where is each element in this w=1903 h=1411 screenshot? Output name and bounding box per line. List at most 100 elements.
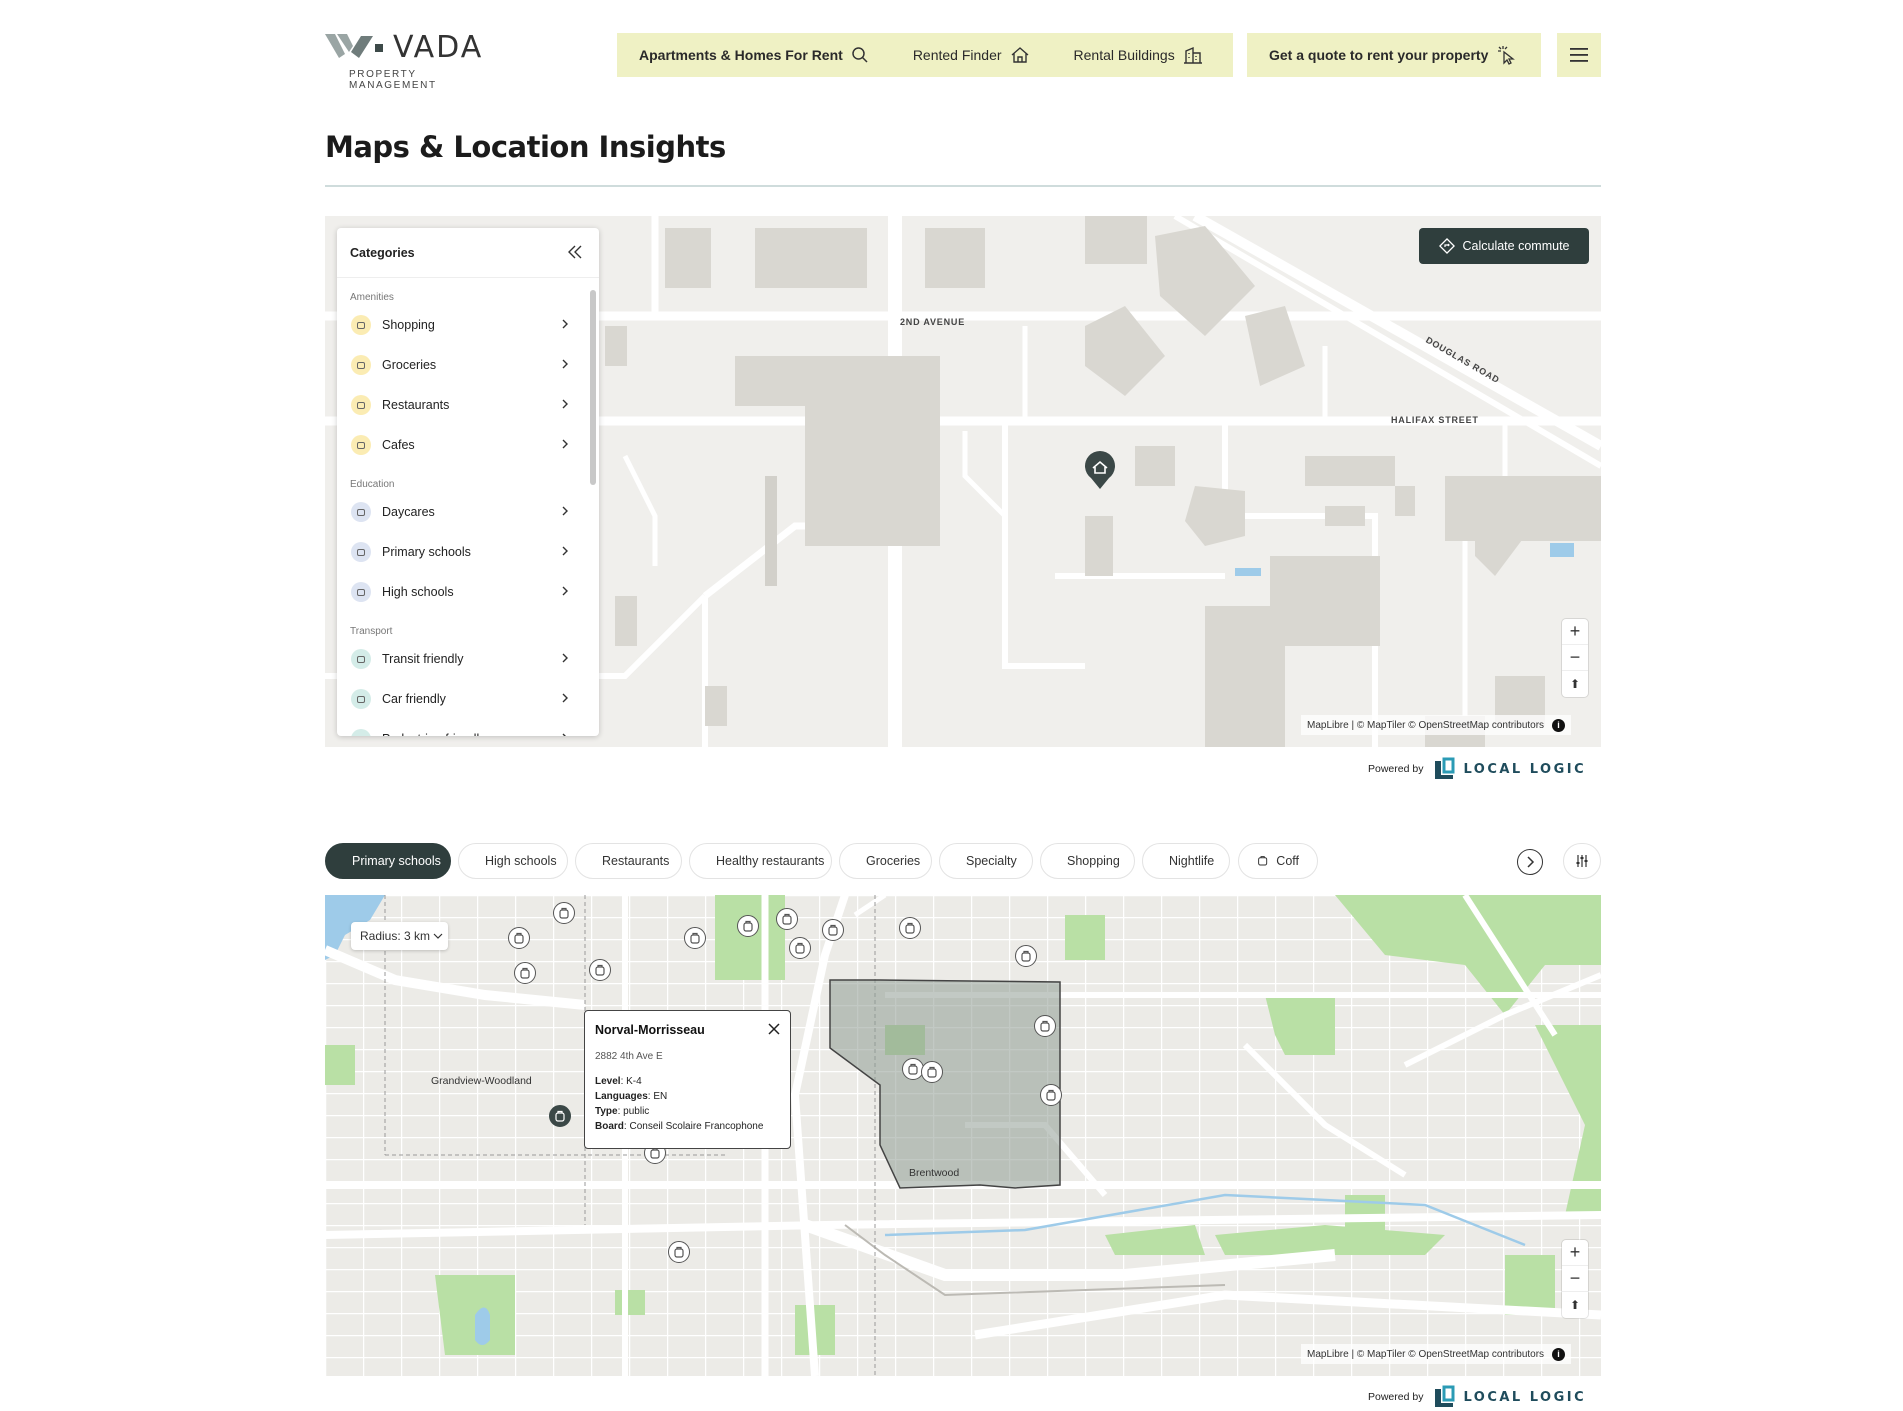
search-icon — [852, 47, 868, 63]
chip-coff[interactable]: Coff — [1238, 843, 1318, 879]
school-marker[interactable] — [508, 927, 530, 949]
category-item[interactable]: Car friendly — [337, 679, 599, 719]
home-icon — [1011, 47, 1028, 63]
school-marker[interactable] — [822, 919, 844, 941]
backpack-icon — [908, 1063, 918, 1075]
school-marker[interactable] — [899, 917, 921, 939]
get-quote-button[interactable]: Get a quote to rent your property — [1247, 33, 1541, 77]
school-marker[interactable] — [553, 902, 575, 924]
school-marker[interactable] — [921, 1061, 943, 1083]
chip-primary-schools[interactable]: Primary schools — [325, 843, 451, 879]
info-icon[interactable]: i — [1552, 1347, 1566, 1361]
chip-label: Shopping — [1067, 854, 1120, 868]
chip-nightlife[interactable]: Nightlife — [1142, 843, 1230, 879]
category-item[interactable]: Daycares — [337, 492, 599, 532]
school-marker[interactable] — [514, 962, 536, 984]
chevron-right-icon — [562, 399, 568, 409]
chip-label: Healthy restaurants — [716, 854, 825, 868]
categories-panel: Categories Amenities Shopping Groceries … — [337, 228, 599, 736]
shopping-bag-icon — [351, 315, 371, 335]
school-marker[interactable] — [1040, 1084, 1062, 1106]
neighbourhood-map[interactable]: 2ND AVENUE DOUGLAS ROAD HALIFAX STREET C… — [325, 216, 1601, 747]
languages-key: Languages — [595, 1091, 648, 1102]
zoom-in-button[interactable]: + — [1562, 619, 1588, 645]
selected-school-marker[interactable] — [549, 1105, 571, 1127]
school-marker[interactable] — [737, 915, 759, 937]
category-item[interactable]: Pedestrian friendly — [337, 719, 599, 736]
walking-icon — [351, 729, 371, 736]
close-icon[interactable] — [768, 1023, 780, 1035]
languages-value: EN — [653, 1091, 668, 1102]
chip-healthy-restaurants[interactable]: Healthy restaurants — [689, 843, 832, 879]
category-item[interactable]: Transit friendly — [337, 639, 599, 679]
directions-icon — [1438, 238, 1455, 254]
place-label: Brentwood — [909, 1167, 960, 1179]
powered-by-local-logic[interactable]: Powered by LOCAL LOGIC — [1368, 757, 1586, 781]
schools-map[interactable]: Grandview-Woodland Brentwood Radius: 3 k… — [325, 895, 1601, 1376]
category-item[interactable]: Primary schools — [337, 532, 599, 572]
chevron-right-icon — [562, 586, 568, 596]
chip-shopping[interactable]: Shopping — [1040, 843, 1135, 879]
property-marker[interactable] — [1083, 450, 1117, 495]
chip-restaurants[interactable]: Restaurants — [575, 843, 682, 879]
compass-button[interactable]: ⬆ — [1562, 1292, 1588, 1318]
info-icon[interactable]: i — [1552, 718, 1566, 732]
chip-label: Specialty — [966, 854, 1017, 868]
powered-by-local-logic[interactable]: Powered by LOCAL LOGIC — [1368, 1385, 1586, 1409]
cursor-click-icon — [1498, 46, 1516, 65]
nav-rental-buildings[interactable]: Rental Buildings — [1052, 33, 1225, 77]
building-icon — [1183, 46, 1202, 64]
backpack-icon — [555, 1110, 565, 1122]
vada-logo[interactable]: VADA PROPERTY MANAGEMENT — [325, 30, 505, 91]
calculate-commute-button[interactable]: Calculate commute — [1419, 228, 1589, 264]
category-item[interactable]: Groceries — [337, 345, 599, 385]
radius-label: Radius: 3 km — [360, 929, 431, 943]
zoom-out-button[interactable]: − — [1562, 645, 1588, 671]
category-label: Restaurants — [382, 398, 450, 412]
powered-by-label: Powered by — [1368, 763, 1424, 775]
category-item[interactable]: High schools — [337, 572, 599, 612]
backpack-icon — [690, 932, 700, 944]
category-label: Cafes — [382, 438, 415, 452]
chevron-right-icon — [562, 693, 568, 703]
school-marker[interactable] — [789, 937, 811, 959]
nav-apartments-for-rent[interactable]: Apartments & Homes For Rent — [617, 33, 891, 77]
radius-dropdown[interactable]: Radius: 3 km — [351, 922, 448, 950]
logo-subtitle: PROPERTY MANAGEMENT — [349, 69, 437, 91]
coffee-cup-icon — [1258, 856, 1268, 866]
chip-high-schools[interactable]: High schools — [458, 843, 568, 879]
type-key: Type — [595, 1106, 618, 1117]
coffee-cup-icon — [351, 435, 371, 455]
school-marker[interactable] — [684, 927, 706, 949]
title-divider — [325, 185, 1601, 187]
chip-specialty[interactable]: Specialty — [939, 843, 1033, 879]
car-icon — [351, 689, 371, 709]
collapse-panel-icon[interactable] — [567, 244, 583, 260]
nav-rented-finder[interactable]: Rented Finder — [891, 33, 1052, 77]
zoom-in-button[interactable]: + — [1562, 1240, 1588, 1266]
school-marker[interactable] — [1015, 945, 1037, 967]
zoom-out-button[interactable]: − — [1562, 1266, 1588, 1292]
zoom-controls: + − ⬆ — [1562, 1240, 1588, 1318]
chip-label: Nightlife — [1169, 854, 1215, 868]
compass-button[interactable]: ⬆ — [1562, 671, 1588, 697]
board-value: Conseil Scolaire Francophone — [629, 1121, 764, 1132]
category-item[interactable]: Restaurants — [337, 385, 599, 425]
menu-button[interactable] — [1557, 33, 1601, 77]
panel-scrollbar[interactable] — [590, 290, 596, 485]
category-item[interactable]: Cafes — [337, 425, 599, 465]
school-marker[interactable] — [589, 959, 611, 981]
chips-next-button[interactable] — [1517, 849, 1543, 875]
chip-label: Coff — [1276, 854, 1299, 868]
school-marker[interactable] — [1034, 1015, 1056, 1037]
school-marker[interactable] — [776, 908, 798, 930]
map-attribution: MapLibre | © MapTiler © OpenStreetMap co… — [1301, 715, 1572, 735]
school-marker[interactable] — [668, 1241, 690, 1263]
popup-title: Norval-Morrisseau — [595, 1023, 705, 1037]
category-item[interactable]: Shopping — [337, 305, 599, 345]
map-attribution: MapLibre | © MapTiler © OpenStreetMap co… — [1301, 1344, 1572, 1364]
backpack-icon — [514, 932, 524, 944]
chip-groceries[interactable]: Groceries — [839, 843, 932, 879]
filter-settings-button[interactable] — [1563, 843, 1601, 879]
category-group-label: Transport — [350, 626, 393, 637]
